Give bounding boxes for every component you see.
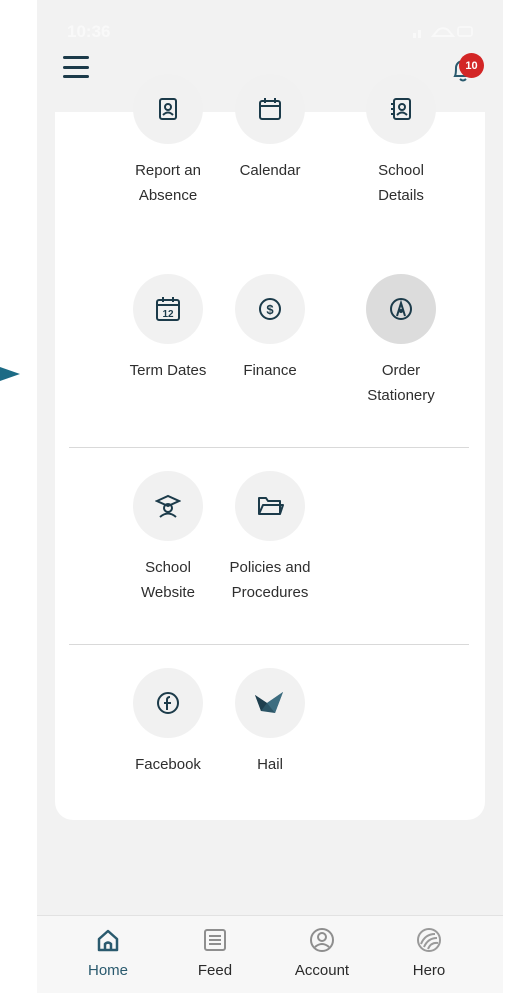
signal-wifi-battery-icon xyxy=(413,26,473,38)
tile-label: Hail xyxy=(257,756,283,773)
tile-hail[interactable]: Hail xyxy=(200,668,340,777)
feed-icon xyxy=(204,929,226,951)
svg-text:$: $ xyxy=(266,302,274,317)
nav-home[interactable]: Home xyxy=(58,916,158,993)
graduate-icon xyxy=(155,494,181,518)
tile-order-stationery[interactable]: Order Stationery xyxy=(331,274,471,408)
calendar-day-text: 12 xyxy=(162,309,174,320)
home-icon xyxy=(97,929,119,952)
tile-finance[interactable]: $ Finance xyxy=(200,274,340,383)
nav-label: Account xyxy=(294,962,350,979)
contact-book-icon xyxy=(159,98,177,120)
bottom-nav: Home Feed Account Hero xyxy=(37,915,503,993)
dollar-icon: $ xyxy=(259,298,281,320)
hail-logo-icon xyxy=(255,692,283,713)
tile-label: Calendar xyxy=(239,162,301,179)
status-icons xyxy=(413,24,473,41)
phone-screen: 10:36 10 Report an Absence Calendar Scho… xyxy=(37,0,503,993)
tile-school-details[interactable]: School Details xyxy=(331,74,471,208)
folder-icon xyxy=(258,497,284,515)
status-time: 10:36 xyxy=(67,22,111,41)
nav-label: Feed xyxy=(197,962,233,979)
nav-account[interactable]: Account xyxy=(272,916,372,993)
tile-policies-procedures[interactable]: Policies and Procedures xyxy=(200,471,340,605)
section-divider xyxy=(69,447,469,448)
calendar-icon xyxy=(259,98,281,120)
nav-hero[interactable]: Hero xyxy=(379,916,479,993)
hero-icon xyxy=(417,928,441,952)
tile-calendar[interactable]: Calendar xyxy=(200,74,340,183)
pointer-arrow-icon xyxy=(0,367,20,381)
compass-icon xyxy=(390,298,412,320)
menu-icon[interactable] xyxy=(63,56,89,78)
menu-card: Report an Absence Calendar School Detail… xyxy=(55,74,485,820)
tile-label: Order Stationery xyxy=(367,362,435,404)
nav-label: Hero xyxy=(412,962,446,979)
tile-label: Policies and Procedures xyxy=(229,559,311,601)
nav-label: Home xyxy=(87,962,128,979)
account-icon xyxy=(310,928,334,952)
nav-feed[interactable]: Feed xyxy=(165,916,265,993)
tile-label: Finance xyxy=(243,362,297,379)
facebook-icon xyxy=(157,692,179,714)
section-divider xyxy=(69,644,469,645)
calendar-12-icon: 12 xyxy=(156,297,180,321)
address-book-icon xyxy=(391,98,411,120)
tile-label: School Details xyxy=(378,162,424,204)
